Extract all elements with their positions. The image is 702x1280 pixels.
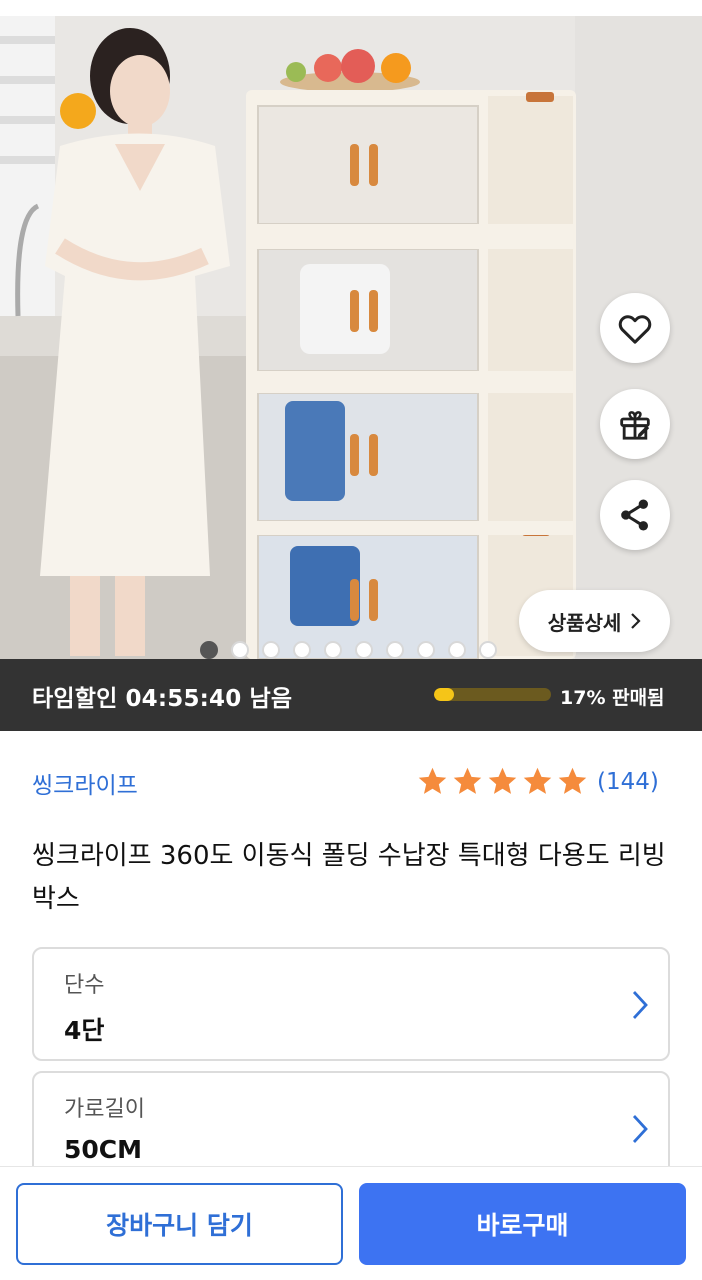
gift-icon [620,411,650,440]
star-icon [453,767,482,794]
share-icon [621,499,648,531]
brand-link[interactable]: 씽크라이프 [32,766,138,800]
product-title: 씽크라이프 360도 이동식 폴딩 수납장 특대형 다용도 리빙박스 [32,841,666,914]
pager-dot[interactable] [355,641,373,659]
gift-button[interactable] [600,389,670,459]
star-icon [488,767,517,794]
option-value: 4단 [64,1016,105,1045]
star-icon [523,767,552,794]
rating[interactable]: (144) [416,765,659,798]
pager-dot[interactable] [262,641,280,659]
product-image [0,16,702,659]
time-sale-bar: 타임할인 04:55:40 남음 17% 판매됨 [0,659,702,731]
heart-icon [618,315,652,344]
pager-dot[interactable] [479,641,497,659]
pager-dot[interactable] [200,641,218,659]
pager-dot[interactable] [231,641,249,659]
option-label: 단수 [64,973,105,998]
pager-dot[interactable] [448,641,466,659]
carousel-pager[interactable] [200,641,497,659]
product-detail-button[interactable]: 상품상세 [519,590,670,652]
review-count[interactable]: (144) [597,769,659,795]
option-value: 50CM [64,1135,143,1164]
star-icon [418,767,447,794]
option-label: 가로길이 [64,1097,145,1122]
bottom-action-bar: 장바구니 담기 바로구매 [0,1166,702,1280]
time-sale-label: 타임할인 [32,686,118,712]
pager-dot[interactable] [293,641,311,659]
sold-percent: 17% 판매됨 [560,687,665,709]
rating-stars [416,765,589,798]
product-detail-label: 상품상세 [547,610,622,635]
pager-dot[interactable] [386,641,404,659]
pager-dot[interactable] [324,641,342,659]
time-sale-text: 타임할인 04:55:40 남음 [32,679,300,713]
option-tier[interactable]: 단수 4단 [32,947,670,1061]
pager-dot[interactable] [417,641,435,659]
chevron-right-icon [632,991,648,1019]
wishlist-button[interactable] [600,293,670,363]
sold-progress-bar [434,688,551,701]
chevron-right-icon [632,1115,648,1143]
product-image-carousel[interactable]: 상품상세 [0,16,702,659]
chevron-right-icon [631,613,641,629]
status-strip [0,0,702,16]
add-to-cart-button[interactable]: 장바구니 담기 [16,1183,343,1265]
time-sale-countdown: 04:55:40 [125,686,242,712]
star-icon [558,767,587,794]
share-button[interactable] [600,480,670,550]
time-sale-suffix: 남음 [249,686,293,712]
sold-progress-fill [434,688,454,701]
buy-now-button[interactable]: 바로구매 [359,1183,686,1265]
